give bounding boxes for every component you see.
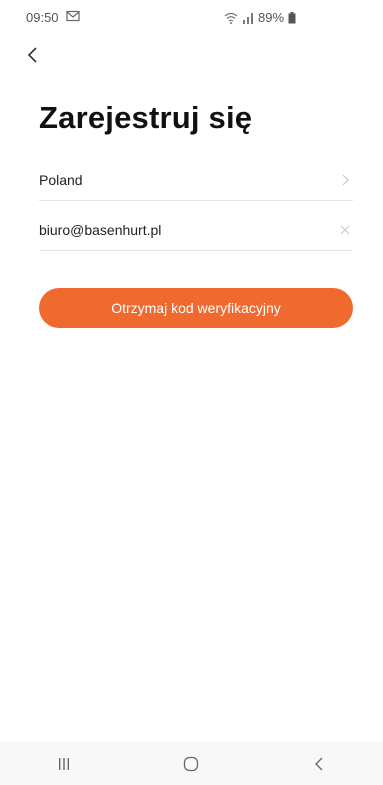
system-back-button[interactable] xyxy=(289,746,349,782)
status-indicators: 89% xyxy=(224,10,296,25)
back-icon xyxy=(315,757,323,770)
country-value: Poland xyxy=(39,172,83,188)
mail-icon xyxy=(66,10,80,25)
page-title: Zarejestruj się xyxy=(39,100,253,135)
email-value[interactable]: biuro@basenhurt.pl xyxy=(39,222,337,238)
home-button[interactable] xyxy=(161,746,221,782)
system-nav-bar xyxy=(0,742,383,785)
signal-icon xyxy=(242,12,254,24)
chevron-right-icon xyxy=(337,172,353,188)
status-bar: 09:50 89% xyxy=(0,0,383,36)
back-button[interactable] xyxy=(20,42,46,68)
register-screen: 09:50 89% Zarejestruj się Poland biuro@b… xyxy=(0,0,383,785)
get-verification-code-button[interactable]: Otrzymaj kod weryfikacyjny xyxy=(39,288,353,328)
chevron-left-icon xyxy=(27,47,37,63)
home-icon xyxy=(184,756,199,771)
recent-apps-button[interactable] xyxy=(34,746,94,782)
email-field[interactable]: biuro@basenhurt.pl xyxy=(39,210,353,251)
status-time: 09:50 xyxy=(26,10,59,25)
close-icon[interactable] xyxy=(337,222,353,238)
battery-text: 89% xyxy=(258,10,285,25)
recent-apps-icon xyxy=(58,757,69,770)
wifi-icon xyxy=(224,12,238,24)
battery-icon xyxy=(288,11,296,24)
country-selector[interactable]: Poland xyxy=(39,160,353,201)
